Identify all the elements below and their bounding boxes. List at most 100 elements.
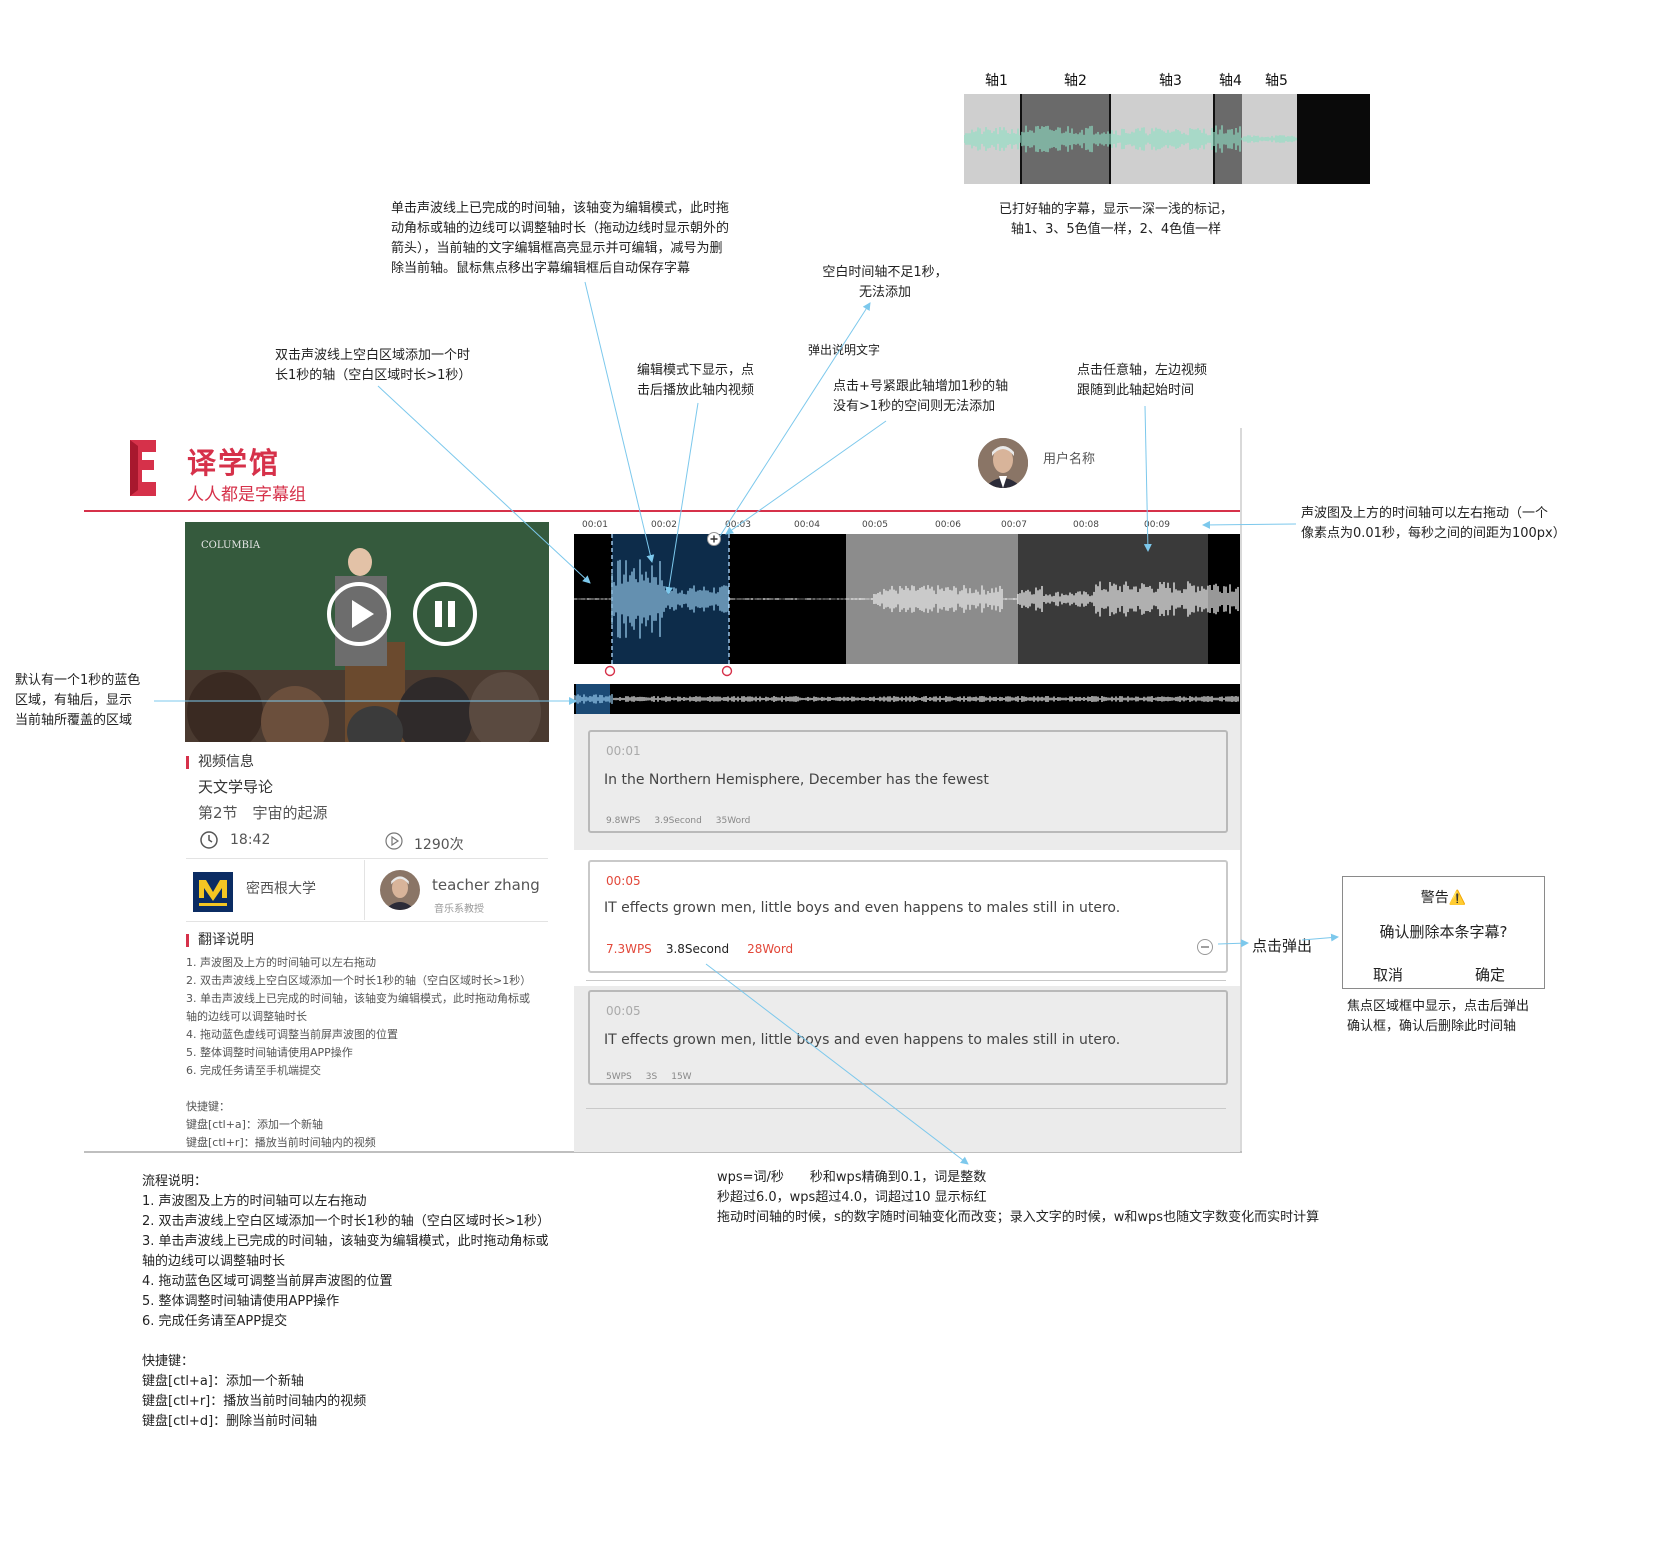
confirm-button[interactable]: 确定 bbox=[1475, 964, 1505, 985]
guide-line: 4. 拖动蓝色虚线可调整当前屏声波图的位置 bbox=[186, 1028, 398, 1041]
frame-border-right bbox=[1240, 428, 1242, 1152]
subtitle-text[interactable]: In the Northern Hemisphere, December has… bbox=[604, 772, 989, 788]
flow-line: 键盘[ctl+d]：删除当前时间轴 bbox=[142, 1414, 318, 1429]
note-default-blue: 默认有一个1秒的蓝色 区域，有轴后，显示 当前轴所覆盖的区域 bbox=[15, 671, 165, 731]
main-waveform[interactable] bbox=[574, 534, 1240, 664]
guide-line: 6. 完成任务请至手机端提交 bbox=[186, 1064, 321, 1077]
flow-line bbox=[142, 1332, 622, 1352]
clock-icon bbox=[200, 831, 218, 849]
cancel-button[interactable]: 取消 bbox=[1373, 964, 1403, 985]
subtitle-time: 00:05 bbox=[606, 1004, 641, 1018]
logo-subtitle: 人人都是字幕组 bbox=[187, 485, 306, 505]
header-divider bbox=[84, 510, 1242, 512]
subtitle-card[interactable]: 00:05 IT effects grown men, little boys … bbox=[588, 990, 1228, 1085]
flow-line: 快捷键： bbox=[142, 1354, 195, 1369]
subtitle-stats: 5WPS 3S 15W bbox=[606, 1072, 706, 1082]
note-plus-follow: 点击+号紧跟此轴增加1秒的轴 没有>1秒的空间则无法添加 bbox=[833, 377, 1033, 417]
user-name[interactable]: 用户名称 bbox=[1043, 448, 1095, 467]
subtitle-card-active[interactable]: 00:05 IT effects grown men, little boys … bbox=[588, 860, 1228, 973]
note-line: 无法添加 bbox=[858, 285, 911, 300]
guide-line: 轴的边线可以调整轴时长 bbox=[186, 1010, 307, 1023]
video-info-title: 视频信息 bbox=[198, 754, 254, 770]
note-line: wps=词/秒 秒和wps精确到0.1，词是整数 bbox=[717, 1170, 987, 1185]
note-line: 声波图及上方的时间轴可以左右拖动（一个 bbox=[1301, 506, 1549, 521]
section-marker bbox=[186, 756, 189, 769]
ruler-tick-label: 00:01 bbox=[582, 520, 608, 530]
dialog-message: 确认删除本条字幕? bbox=[1379, 923, 1508, 941]
teacher-name[interactable]: teacher zhang bbox=[432, 876, 540, 894]
ruler-tick-label: 00:06 bbox=[935, 520, 961, 530]
flow-description: 流程说明： 1. 声波图及上方的时间轴可以左右拖动 2. 双击声波线上空白区域添加一… bbox=[142, 1172, 622, 1432]
note-line: 空白时间轴不足1秒， bbox=[822, 265, 948, 280]
axis-end-handle[interactable] bbox=[720, 663, 734, 679]
overview-canvas bbox=[574, 684, 1240, 714]
note-line: 确认框，确认后删除此时间轴 bbox=[1347, 1019, 1517, 1034]
play-count-icon bbox=[385, 832, 403, 850]
overview-waveform[interactable] bbox=[574, 684, 1240, 714]
video-duration: 18:42 bbox=[230, 832, 271, 848]
ruler-tick-label: 00:04 bbox=[794, 520, 820, 530]
flow-line: 5. 整体调整时间轴请使用APP操作 bbox=[142, 1294, 340, 1309]
legend-axis-5: 轴5 bbox=[1265, 73, 1288, 89]
guide-line bbox=[186, 1080, 566, 1098]
note-double-click: 双击声波线上空白区域添加一个时 长1秒的轴（空白区域时长>1秒） bbox=[275, 346, 515, 386]
note-line: 拖动时间轴的时候，s的数字随时间轴变化而改变；录入文字的时候，w和wps也随文字… bbox=[717, 1210, 1320, 1225]
divider bbox=[586, 1108, 1226, 1109]
ruler-tick-label: 00:09 bbox=[1144, 520, 1170, 530]
play-button[interactable] bbox=[327, 582, 391, 646]
note-click-axis: 单击声波线上已完成的时间轴，该轴变为编辑模式，此时拖 动角标或轴的边线可以调整轴… bbox=[391, 199, 771, 279]
subtitle-card[interactable]: 00:01 In the Northern Hemisphere, Decemb… bbox=[588, 730, 1228, 833]
video-watermark: COLUMBIA bbox=[201, 540, 261, 551]
subtitle-stats: 7.3WPS 3.8Second 28Word bbox=[606, 942, 807, 956]
flow-line: 键盘[ctl+r]：播放当前时间轴内的视频 bbox=[142, 1394, 367, 1409]
teacher-title: 音乐系教授 bbox=[434, 904, 484, 915]
note-line: 动角标或轴的边线可以调整轴时长（拖动边线时显示朝外的 bbox=[391, 221, 730, 236]
stat-seconds: 3.9Second bbox=[654, 816, 702, 826]
delete-confirm-dialog: 警告⚠️ 确认删除本条字幕? 取消 确定 bbox=[1342, 876, 1545, 989]
teacher-avatar[interactable] bbox=[380, 870, 420, 910]
subtitle-text-editor[interactable]: IT effects grown men, little boys and ev… bbox=[604, 900, 1120, 916]
add-axis-plus-icon[interactable] bbox=[706, 531, 722, 547]
note-line: 箭头），当前轴的文字编辑框高亮显示并可编辑，减号为删 bbox=[391, 241, 723, 256]
guide-line: 键盘[ctl+a]：添加一个新轴 bbox=[186, 1118, 323, 1131]
stat-wps: 5WPS bbox=[606, 1072, 632, 1082]
note-line: 点击任意轴，左边视频 bbox=[1077, 363, 1208, 378]
university-logo-icon bbox=[193, 872, 233, 912]
subtitle-stats: 9.8WPS 3.9Second 35Word bbox=[606, 816, 764, 826]
divider bbox=[186, 921, 548, 922]
video-player[interactable]: COLUMBIA bbox=[185, 522, 549, 742]
subtitle-time: 00:01 bbox=[606, 744, 641, 758]
guide-line: 快捷键： bbox=[186, 1100, 230, 1113]
legend-caption-2: 轴1、3、5色值一样，2、4色值一样 bbox=[1010, 222, 1222, 237]
axis-start-handle[interactable] bbox=[603, 663, 617, 679]
stat-words: 28Word bbox=[747, 942, 794, 956]
note-line: 跟随到此轴起始时间 bbox=[1077, 383, 1195, 398]
university-name[interactable]: 密西根大学 bbox=[246, 878, 316, 898]
legend-waveform bbox=[964, 94, 1370, 184]
chapter-name: 第2节 宇宙的起源 bbox=[198, 804, 328, 822]
user-avatar[interactable] bbox=[978, 438, 1028, 488]
play-count: 1290次 bbox=[414, 837, 464, 853]
translation-guide: 1. 声波图及上方的时间轴可以左右拖动 2. 双击声波线上空白区域添加一个时长1秒… bbox=[186, 954, 566, 1152]
flow-line: 轴的边线可以调整轴时长 bbox=[142, 1254, 286, 1269]
ruler-tick-label: 00:03 bbox=[725, 520, 751, 530]
logo-title: 译学馆 bbox=[187, 446, 281, 480]
subtitle-text[interactable]: IT effects grown men, little boys and ev… bbox=[604, 1032, 1120, 1048]
flow-line: 1. 声波图及上方的时间轴可以左右拖动 bbox=[142, 1194, 367, 1209]
logo-icon bbox=[130, 440, 156, 496]
guide-title: 翻译说明 bbox=[198, 932, 254, 948]
note-edit-mode-play: 编辑模式下显示，点 击后播放此轴内视频 bbox=[637, 361, 777, 401]
flow-line: 2. 双击声波线上空白区域添加一个时长1秒的轴（空白区域时长>1秒） bbox=[142, 1214, 550, 1229]
guide-line: 5. 整体调整时间轴请使用APP操作 bbox=[186, 1046, 353, 1059]
avatar-portrait-icon bbox=[978, 438, 1028, 488]
guide-line: 2. 双击声波线上空白区域添加一个时长1秒的轴（空白区域时长>1秒） bbox=[186, 974, 532, 987]
pause-button[interactable] bbox=[413, 582, 477, 646]
guide-line: 键盘[ctl+r]：播放当前时间轴内的视频 bbox=[186, 1136, 376, 1149]
note-line: 击后播放此轴内视频 bbox=[637, 383, 755, 398]
section-marker bbox=[186, 934, 189, 947]
play-icon bbox=[352, 600, 374, 628]
note-line: 焦点区域框中显示，点击后弹出 bbox=[1347, 999, 1530, 1014]
stat-wps: 9.8WPS bbox=[606, 816, 641, 826]
flow-line: 6. 完成任务请至APP提交 bbox=[142, 1314, 288, 1329]
delete-minus-icon[interactable] bbox=[1196, 938, 1214, 956]
